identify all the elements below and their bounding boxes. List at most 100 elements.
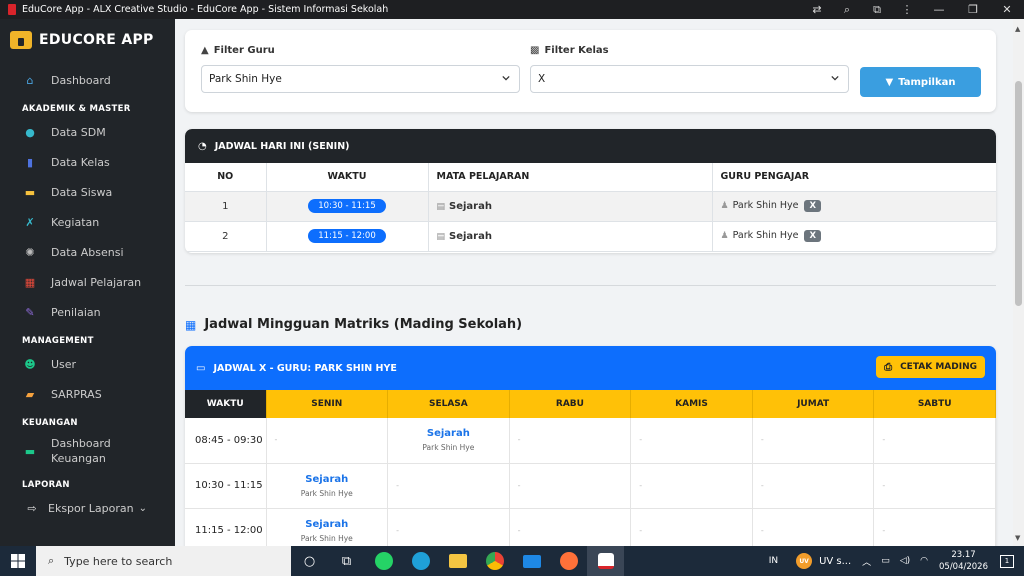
close-window-button[interactable]: ✕	[990, 0, 1024, 19]
empty-slot-marker: -	[639, 525, 643, 535]
filter-guru-select[interactable]: Park Shin Hye	[201, 65, 520, 93]
table-header-row: NO WAKTU MATA PELAJARAN GURU PENGAJAR	[185, 163, 996, 192]
schedule-slot: Sejarah Park Shin Hye	[266, 463, 389, 509]
empty-slot-marker: -	[639, 480, 643, 490]
language-indicator[interactable]: IN	[769, 556, 778, 566]
empty-slot-marker: -	[517, 525, 521, 535]
empty-slot-marker: -	[639, 435, 643, 445]
edge-icon[interactable]	[402, 546, 439, 576]
empty-slot: -	[752, 508, 875, 546]
wallet-icon: ▬	[24, 444, 36, 458]
sidebar-item-ekspor-laporan[interactable]: ⇨ Ekspor Laporan ⌄	[0, 493, 175, 523]
scrollbar-thumb[interactable]	[1015, 81, 1022, 306]
sidebar-item-data-sdm[interactable]: ● Data SDM	[0, 117, 175, 147]
extensions-icon[interactable]: ⧉	[862, 0, 892, 19]
cortana-icon[interactable]: ○	[291, 546, 328, 576]
id-card-icon: ▬	[24, 185, 36, 199]
class-badge: X	[804, 230, 822, 242]
scroll-up-icon[interactable]: ▲	[1015, 25, 1020, 33]
calendar-icon: ▦	[185, 317, 197, 332]
chevron-up-icon[interactable]: ︿	[862, 555, 871, 568]
sidebar-item-dashboard-keuangan[interactable]: ▬ Dashboard Keuangan	[0, 431, 175, 471]
laptop-icon: ▭	[196, 362, 206, 374]
clock[interactable]: 23.17 05/04/2026	[939, 549, 988, 573]
sidebar-item-data-kelas[interactable]: ▮ Data Kelas	[0, 147, 175, 177]
sidebar-item-sarpras[interactable]: ▰ SARPRAS	[0, 379, 175, 409]
fingerprint-icon: ✺	[25, 245, 35, 259]
slot-teacher: Park Shin Hye	[422, 443, 475, 453]
users-icon: ☻	[24, 357, 36, 371]
weekly-matrix-body: 08:45 - 09:30- Sejarah Park Shin Hye - - - -10…	[185, 418, 996, 546]
whatsapp-icon[interactable]	[365, 546, 402, 576]
app-running-icon[interactable]	[587, 546, 624, 576]
today-schedule-header: ◔ JADWAL HARI INI (SENIN)	[185, 129, 996, 163]
table-row: 10:30 - 11:15 Sejarah Park Shin Hye - - - - -	[185, 463, 996, 509]
battery-icon[interactable]: ▭	[881, 556, 890, 566]
more-menu-icon[interactable]: ⋮	[892, 0, 922, 19]
sidebar-item-penilaian[interactable]: ✎ Penilaian	[0, 297, 175, 327]
sidebar-item-data-siswa[interactable]: ▬ Data Siswa	[0, 177, 175, 207]
wifi-icon[interactable]: ◠	[920, 556, 928, 566]
sidebar-item-kegiatan[interactable]: ✗ Kegiatan	[0, 207, 175, 237]
empty-slot-marker: -	[882, 525, 886, 535]
empty-slot-marker: -	[760, 435, 764, 445]
sidebar-item-jadwal-pelajaran[interactable]: ▦ Jadwal Pelajaran	[0, 267, 175, 297]
brand[interactable]: EDUCORE APP	[0, 19, 175, 61]
today-schedule-table: NO WAKTU MATA PELAJARAN GURU PENGAJAR 1 …	[185, 163, 996, 252]
empty-slot-marker: -	[517, 435, 521, 445]
chevron-down-icon	[502, 75, 510, 81]
zoom-icon[interactable]: ⌕	[832, 0, 862, 19]
notification-icon[interactable]: 1	[1000, 554, 1014, 568]
sidebar-item-dashboard[interactable]: ⌂ Dashboard	[0, 65, 175, 95]
weather-widget[interactable]: UV UV s...	[796, 553, 851, 569]
filter-icon: ▼	[885, 76, 894, 88]
empty-slot: -	[509, 463, 632, 509]
tampilkan-button[interactable]: ▼ Tampilkan	[860, 67, 981, 97]
page-scrollbar[interactable]: ▲ ▼	[1013, 19, 1024, 546]
table-header-row: WAKTU SENIN SELASA RABU KAMIS JUMAT SABT…	[185, 390, 996, 418]
printer-icon: ⎙	[884, 361, 893, 373]
minimize-button[interactable]: —	[922, 0, 956, 19]
mail-icon[interactable]	[513, 546, 550, 576]
empty-slot: -	[752, 463, 875, 509]
section-laporan: LAPORAN	[22, 480, 70, 490]
translate-icon[interactable]: ⇄	[802, 0, 832, 19]
windows-logo-icon	[11, 554, 25, 568]
time-badge: 10:30 - 11:15	[308, 199, 386, 213]
chevron-down-icon: ⌄	[138, 502, 147, 514]
time-cell: 10:30 - 11:15	[185, 463, 267, 509]
empty-slot: -	[630, 508, 753, 546]
empty-slot-marker: -	[760, 525, 764, 535]
cetak-mading-button[interactable]: ⎙ CETAK MADING	[876, 356, 985, 378]
volume-icon[interactable]: ◁)	[900, 556, 910, 566]
door-icon: ▮	[26, 155, 34, 169]
slot-subject: Sejarah	[426, 428, 470, 440]
school-logo-icon	[10, 31, 32, 49]
school-icon: ▩	[530, 45, 540, 56]
filter-kelas-select[interactable]: X	[530, 65, 849, 93]
windows-start-button[interactable]	[0, 546, 36, 576]
restore-button[interactable]: ❐	[956, 0, 990, 19]
slot-subject: Sejarah	[305, 518, 349, 530]
scroll-down-icon[interactable]: ▼	[1015, 534, 1020, 542]
taskbar-search-input[interactable]: ⌕ Type here to search	[36, 546, 291, 576]
table-row: 11:15 - 12:00 Sejarah Park Shin Hye - - - - -	[185, 508, 996, 546]
task-view-icon[interactable]: ⧉	[328, 546, 365, 576]
clock-icon: ◔	[198, 140, 207, 152]
file-explorer-icon[interactable]	[439, 546, 476, 576]
firefox-icon[interactable]	[550, 546, 587, 576]
uv-sun-icon: UV	[796, 553, 813, 569]
empty-slot: -	[873, 463, 996, 509]
chrome-icon[interactable]	[476, 546, 513, 576]
schedule-slot: Sejarah Park Shin Hye	[266, 508, 389, 546]
running-icon: ✗	[25, 215, 35, 229]
section-management: MANAGEMENT	[22, 336, 94, 346]
window-titlebar: EduCore App - ALX Creative Studio - EduC…	[0, 0, 1024, 19]
sidebar-item-data-absensi[interactable]: ✺ Data Absensi	[0, 237, 175, 267]
empty-slot: -	[630, 418, 753, 464]
sidebar-item-user[interactable]: ☻ User	[0, 349, 175, 379]
empty-slot: -	[387, 508, 510, 546]
empty-slot: -	[266, 418, 389, 464]
empty-slot: -	[873, 418, 996, 464]
calendar-icon: ▦	[24, 275, 36, 289]
